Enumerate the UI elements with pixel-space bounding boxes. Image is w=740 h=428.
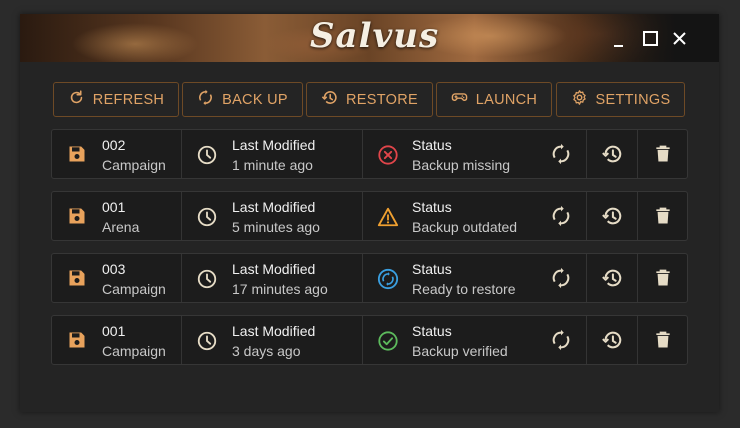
status-cell: Status Backup missing bbox=[363, 130, 587, 178]
modified-value: 17 minutes ago bbox=[232, 281, 328, 297]
modified-value: 1 minute ago bbox=[232, 157, 313, 173]
clock-icon bbox=[196, 330, 218, 352]
trash-icon[interactable] bbox=[653, 330, 673, 350]
modified-value: 5 minutes ago bbox=[232, 219, 320, 235]
modified-value: 3 days ago bbox=[232, 343, 301, 359]
clock-icon bbox=[196, 144, 218, 166]
save-icon bbox=[67, 268, 87, 288]
save-slot-cell: 003 Campaign bbox=[52, 254, 182, 302]
save-game-mode: Campaign bbox=[102, 343, 166, 359]
clock-icon bbox=[196, 206, 218, 228]
status-cell: Status Backup verified bbox=[363, 316, 587, 364]
status-value: Backup verified bbox=[412, 343, 508, 359]
sync-icon bbox=[197, 89, 214, 110]
delete-cell[interactable] bbox=[638, 316, 688, 364]
save-game-mode: Arena bbox=[102, 219, 140, 235]
clock-icon bbox=[196, 268, 218, 290]
status-cell: Status Ready to restore bbox=[363, 254, 587, 302]
gear-icon bbox=[571, 89, 588, 110]
error-x-icon bbox=[377, 144, 399, 166]
check-circle-icon bbox=[377, 330, 399, 352]
delete-cell[interactable] bbox=[638, 254, 688, 302]
modified-cell: Last Modified 5 minutes ago bbox=[182, 192, 362, 240]
refresh-icon bbox=[68, 89, 85, 110]
save-slot-cell: 002 Campaign bbox=[52, 130, 182, 178]
settings-button[interactable]: SETTINGS bbox=[556, 82, 685, 117]
save-icon bbox=[67, 206, 87, 226]
restore-history-icon[interactable] bbox=[601, 205, 623, 227]
app-window: Salvus REFRESH BACK UP RESTORE LAUNCH SE… bbox=[20, 14, 719, 412]
minimize-button[interactable] bbox=[610, 28, 632, 50]
modified-cell: Last Modified 17 minutes ago bbox=[182, 254, 362, 302]
save-slot-id: 001 bbox=[102, 323, 126, 339]
save-row[interactable]: 001 Campaign Last Modified 3 days ago St… bbox=[51, 315, 688, 365]
refresh-button[interactable]: REFRESH bbox=[53, 82, 179, 117]
save-icon bbox=[67, 330, 87, 350]
modified-label: Last Modified bbox=[232, 261, 316, 277]
status-value: Ready to restore bbox=[412, 281, 516, 297]
save-game-mode: Campaign bbox=[102, 281, 166, 297]
launch-button[interactable]: LAUNCH bbox=[436, 82, 552, 117]
status-label: Status bbox=[412, 137, 452, 153]
gamepad-icon bbox=[451, 89, 468, 110]
save-slot-id: 001 bbox=[102, 199, 126, 215]
app-title: Salvus bbox=[310, 16, 440, 56]
restore-history-icon[interactable] bbox=[601, 267, 623, 289]
save-game-mode: Campaign bbox=[102, 157, 166, 173]
minimize-icon bbox=[614, 45, 623, 47]
modified-label: Last Modified bbox=[232, 199, 316, 215]
save-icon bbox=[67, 144, 87, 164]
trash-icon[interactable] bbox=[653, 144, 673, 164]
restore-cell[interactable] bbox=[587, 192, 637, 240]
history-icon bbox=[321, 89, 338, 110]
modified-cell: Last Modified 3 days ago bbox=[182, 316, 362, 364]
save-row[interactable]: 002 Campaign Last Modified 1 minute ago … bbox=[51, 129, 688, 179]
status-label: Status bbox=[412, 199, 452, 215]
backup-sync-icon[interactable] bbox=[550, 329, 572, 351]
title-bar[interactable]: Salvus bbox=[20, 14, 719, 62]
save-slot-id: 003 bbox=[102, 261, 126, 277]
modified-label: Last Modified bbox=[232, 323, 316, 339]
delete-cell[interactable] bbox=[638, 192, 688, 240]
restore-button[interactable]: RESTORE bbox=[306, 82, 433, 117]
backup-label: BACK UP bbox=[222, 91, 288, 108]
maximize-button[interactable] bbox=[640, 28, 662, 50]
trash-icon[interactable] bbox=[653, 268, 673, 288]
launch-label: LAUNCH bbox=[475, 91, 538, 108]
status-cell: Status Backup outdated bbox=[363, 192, 587, 240]
close-icon bbox=[673, 32, 686, 45]
restore-history-icon[interactable] bbox=[601, 143, 623, 165]
delete-cell[interactable] bbox=[638, 130, 688, 178]
restore-cell[interactable] bbox=[587, 130, 637, 178]
save-row[interactable]: 003 Campaign Last Modified 17 minutes ag… bbox=[51, 253, 688, 303]
status-value: Backup outdated bbox=[412, 219, 518, 235]
restore-cell[interactable] bbox=[587, 316, 637, 364]
backup-sync-icon[interactable] bbox=[550, 205, 572, 227]
save-slot-id: 002 bbox=[102, 137, 126, 153]
restore-cell[interactable] bbox=[587, 254, 637, 302]
backup-sync-icon[interactable] bbox=[550, 267, 572, 289]
backup-sync-icon[interactable] bbox=[550, 143, 572, 165]
modified-cell: Last Modified 1 minute ago bbox=[182, 130, 362, 178]
save-slot-cell: 001 Campaign bbox=[52, 316, 182, 364]
modified-label: Last Modified bbox=[232, 137, 316, 153]
refresh-label: REFRESH bbox=[92, 91, 165, 108]
maximize-icon bbox=[643, 31, 658, 46]
restore-label: RESTORE bbox=[346, 91, 418, 108]
backup-button[interactable]: BACK UP bbox=[182, 82, 303, 117]
warning-triangle-icon bbox=[377, 206, 399, 228]
save-slot-cell: 001 Arena bbox=[52, 192, 182, 240]
close-button[interactable] bbox=[669, 28, 691, 50]
status-label: Status bbox=[412, 261, 452, 277]
restore-history-icon[interactable] bbox=[601, 329, 623, 351]
trash-icon[interactable] bbox=[653, 206, 673, 226]
status-value: Backup missing bbox=[412, 157, 511, 173]
status-label: Status bbox=[412, 323, 452, 339]
save-row[interactable]: 001 Arena Last Modified 5 minutes ago St… bbox=[51, 191, 688, 241]
settings-label: SETTINGS bbox=[595, 91, 671, 108]
sync-circle-icon bbox=[377, 268, 399, 290]
